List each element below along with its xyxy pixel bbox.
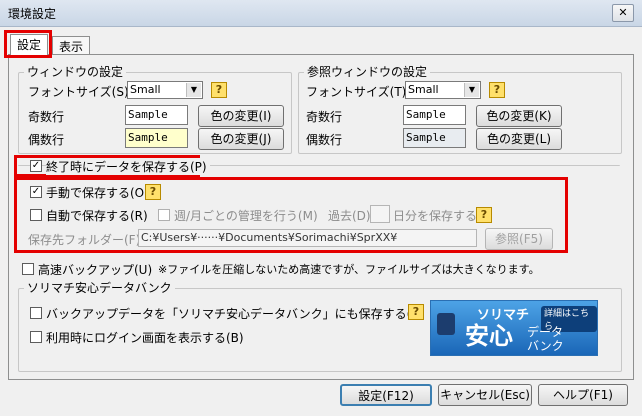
lock-icon <box>437 313 455 335</box>
help-icon[interactable]: ? <box>489 82 505 98</box>
ref-odd-row-label: 奇数行 <box>306 110 343 124</box>
manual-save-checkbox[interactable]: ✓ <box>30 186 42 198</box>
manual-save-label: 手動で保存する(O) <box>46 186 149 200</box>
auto-save-checkbox[interactable] <box>30 209 42 221</box>
login-screen-checkbox[interactable] <box>30 331 42 343</box>
weekly-manage-label: 週/月ごとの管理を行う(M) <box>174 209 318 223</box>
window-title: 環境設定 <box>8 7 57 21</box>
even-row-label: 偶数行 <box>28 133 65 147</box>
ref-font-size-select[interactable]: Small ▼ <box>405 81 481 99</box>
fast-backup-checkbox[interactable] <box>22 263 34 275</box>
auto-save-label: 自動で保存する(R) <box>46 209 148 223</box>
ref-font-size-label: フォントサイズ(T) <box>306 85 407 99</box>
help-icon[interactable]: ? <box>145 184 161 200</box>
chevron-down-icon: ▼ <box>464 83 479 97</box>
days-save-label: 日分を保存する <box>393 209 478 223</box>
save-folder-input[interactable]: C:¥Users¥······¥Documents¥Sorimachi¥SprX… <box>138 229 477 247</box>
data-bank-title: ソリマチ安心データバンク <box>24 279 175 296</box>
past-days-label: 過去(D) <box>328 209 371 223</box>
help-button[interactable]: ヘルプ(F1) <box>538 384 628 406</box>
close-button[interactable]: ✕ <box>612 4 634 22</box>
save-on-exit-label: 終了時にデータを保存する(P) <box>46 158 210 175</box>
font-size-value: Small <box>130 83 161 96</box>
tab-display-label: 表示 <box>59 40 84 54</box>
data-bank-banner[interactable]: ソリマチ 詳細はこちら 安心 データ バンク <box>430 300 598 356</box>
save-folder-label: 保存先フォルダー(F) <box>28 233 141 247</box>
browse-button[interactable]: 参照(F5) <box>485 228 553 250</box>
ref-odd-color-button[interactable]: 色の変更(K) <box>476 105 562 127</box>
ref-window-settings-title: 参照ウィンドウの設定 <box>304 63 431 80</box>
odd-row-label: 奇数行 <box>28 110 65 124</box>
past-days-input[interactable] <box>370 205 390 223</box>
ref-even-row-sample: Sample <box>403 128 466 148</box>
odd-row-sample: Sample <box>125 105 188 125</box>
close-icon: ✕ <box>618 6 628 19</box>
help-icon[interactable]: ? <box>211 82 227 98</box>
login-screen-label: 利用時にログイン画面を表示する(B) <box>46 331 244 345</box>
banner-anshin: 安心 <box>465 322 513 350</box>
even-row-sample: Sample <box>125 128 188 148</box>
ref-odd-row-sample: Sample <box>403 105 466 125</box>
chevron-down-icon: ▼ <box>186 83 201 97</box>
cancel-button[interactable]: キャンセル(Esc) <box>438 384 532 406</box>
ref-even-row-label: 偶数行 <box>306 133 343 147</box>
ref-even-color-button[interactable]: 色の変更(L) <box>476 128 562 150</box>
help-icon[interactable]: ? <box>408 304 424 320</box>
banner-bank: バンク <box>527 339 564 353</box>
bank-backup-label: バックアップデータを「ソリマチ安心データバンク」にも保存する(A) <box>46 307 425 321</box>
tab-highlight <box>4 30 52 58</box>
ref-font-size-value: Small <box>408 83 439 96</box>
window-settings-title: ウィンドウの設定 <box>24 63 127 80</box>
even-color-button[interactable]: 色の変更(J) <box>198 128 284 150</box>
font-size-label: フォントサイズ(S) <box>28 85 129 99</box>
ok-button[interactable]: 設定(F12) <box>340 384 432 406</box>
bank-backup-checkbox[interactable] <box>30 307 42 319</box>
font-size-select[interactable]: Small ▼ <box>127 81 203 99</box>
fast-backup-note: ※ファイルを圧縮しないため高速ですが、ファイルサイズは大きくなります。 <box>158 263 540 276</box>
help-icon[interactable]: ? <box>476 207 492 223</box>
fast-backup-label: 高速バックアップ(U) <box>38 263 153 277</box>
weekly-manage-checkbox[interactable] <box>158 209 170 221</box>
odd-color-button[interactable]: 色の変更(I) <box>198 105 284 127</box>
save-on-exit-checkbox[interactable]: ✓ <box>30 160 42 172</box>
title-bar: 環境設定 ✕ <box>0 0 642 27</box>
